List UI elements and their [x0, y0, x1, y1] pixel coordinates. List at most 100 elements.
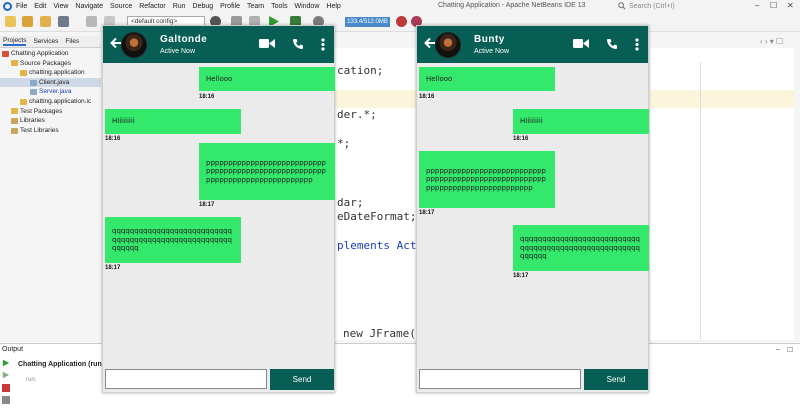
ide-search-input[interactable]: Search (Ctrl+I) — [618, 1, 748, 11]
tree-label: Client.java — [39, 78, 70, 86]
menu-edit[interactable]: Edit — [34, 3, 46, 10]
tree-label: Server.java — [39, 88, 72, 96]
menu-refactor[interactable]: Refactor — [139, 3, 165, 10]
menu-navigate[interactable]: Navigate — [75, 3, 103, 10]
search-placeholder: Search (Ctrl+I) — [629, 2, 675, 10]
message-bubble-sent: pppppppppppppppppppppppppppppppppppppppp… — [199, 143, 335, 200]
tree-label: Test Packages — [20, 107, 63, 115]
message-time: 18:16 — [513, 136, 529, 142]
minimize-panel-icon[interactable]: – — [776, 346, 780, 353]
video-call-icon[interactable] — [259, 38, 275, 49]
chat-header: Galtonde Active Now — [103, 26, 334, 63]
message-time: 18:16 — [419, 94, 435, 100]
message-bubble-received: qqqqqqqqqqqqqqqqqqqqqqqqqqqqqqqqqqqqqqqq… — [105, 217, 241, 263]
avatar — [121, 32, 147, 58]
save-all-icon[interactable] — [58, 16, 69, 27]
message-bubble-received: Hellooo — [419, 67, 555, 91]
menu-tools[interactable]: Tools — [271, 3, 287, 10]
message-bubble-received: Hiiiiiiiii — [105, 109, 241, 134]
current-line-highlight — [334, 90, 419, 108]
undo-icon[interactable] — [86, 16, 97, 27]
tree-node-server-java[interactable]: Server.java — [0, 87, 101, 97]
open-project-icon[interactable] — [40, 16, 51, 27]
contact-status: Active Now — [474, 48, 510, 55]
new-project-icon[interactable] — [22, 16, 33, 27]
stop-icon[interactable] — [2, 384, 10, 392]
project-tree: Chatting Application Source Packages cha… — [0, 49, 101, 135]
message-time: 18:16 — [105, 136, 121, 142]
message-bubble-sent: Hiiiiiiiii — [513, 109, 649, 134]
tree-node-package[interactable]: chatting.application — [0, 68, 101, 78]
chat-window-bunty: Bunty Active Now Hellooo 18:16 Hiiiiiiii… — [416, 25, 649, 393]
window-title: Chatting Application - Apache NetBeans I… — [438, 2, 586, 9]
tree-node-client-java[interactable]: Client.java — [0, 77, 101, 88]
project-tabs: Projects Services Files — [0, 36, 101, 48]
video-call-icon[interactable] — [573, 38, 589, 49]
send-button[interactable]: Send — [270, 369, 334, 390]
gc-icon[interactable] — [396, 16, 407, 27]
menu-profile[interactable]: Profile — [220, 3, 240, 10]
send-button[interactable]: Send — [584, 369, 648, 390]
message-time: 18:16 — [199, 94, 215, 100]
current-line-highlight — [649, 90, 794, 108]
code-line: plements Acti — [337, 239, 424, 252]
maximize-panel-icon[interactable]: ☐ — [787, 346, 793, 354]
editor-tab-nav-icon[interactable]: ‹ › ▾ ☐ — [760, 37, 783, 46]
tree-node-test-libraries[interactable]: Test Libraries — [0, 126, 101, 136]
tree-node-project[interactable]: Chatting Application — [0, 49, 101, 59]
output-tab[interactable]: Chatting Application (run) — [18, 361, 104, 368]
message-time: 18:17 — [419, 210, 435, 216]
menu-help[interactable]: Help — [326, 3, 340, 10]
folder-icon — [11, 108, 18, 115]
message-input[interactable] — [419, 369, 581, 389]
netbeans-logo-icon — [3, 1, 12, 11]
avatar — [435, 32, 461, 58]
library-icon — [11, 117, 18, 124]
rerun-icon[interactable] — [2, 359, 10, 367]
menu-source[interactable]: Source — [110, 3, 132, 10]
close-window-button[interactable]: ✕ — [787, 1, 794, 10]
menu-debug[interactable]: Debug — [193, 3, 214, 10]
tree-node-source-packages[interactable]: Source Packages — [0, 59, 101, 69]
rerun-different-icon[interactable] — [2, 371, 10, 379]
menu-window[interactable]: Window — [294, 3, 319, 10]
package-icon — [20, 98, 27, 105]
search-icon — [618, 2, 626, 10]
tab-files[interactable]: Files — [65, 38, 79, 45]
margin-ruler — [700, 62, 701, 340]
output-title: Output — [2, 346, 24, 353]
contact-name: Galtonde — [160, 34, 208, 45]
tree-node-icons-package[interactable]: chatting.application.ic — [0, 97, 101, 107]
tree-label: Chatting Application — [11, 50, 69, 57]
menu-file[interactable]: File — [16, 3, 27, 10]
code-line: eDateFormat;i — [337, 210, 424, 223]
settings-icon[interactable] — [2, 396, 10, 404]
message-bubble-sent: qqqqqqqqqqqqqqqqqqqqqqqqqqqqqqqqqqqqqqqq… — [513, 225, 649, 271]
phone-icon[interactable] — [292, 38, 304, 50]
memory-indicator[interactable]: 133.4/512.0MB — [345, 17, 390, 27]
java-file-icon — [30, 89, 37, 96]
tab-services[interactable]: Services — [33, 38, 58, 45]
tree-node-libraries[interactable]: Libraries — [0, 116, 101, 126]
message-input[interactable] — [105, 369, 267, 389]
phone-icon[interactable] — [606, 38, 618, 50]
minimize-button[interactable]: – — [755, 1, 759, 10]
tree-node-test-packages[interactable]: Test Packages — [0, 107, 101, 117]
tree-label: chatting.application.ic — [29, 97, 92, 105]
code-line: *; — [337, 137, 351, 150]
tree-label: Source Packages — [20, 59, 71, 67]
code-line: new JFrame() — [343, 327, 423, 340]
contact-name: Bunty — [474, 34, 505, 45]
menu-view[interactable]: View — [53, 3, 68, 10]
menu-team[interactable]: Team — [247, 3, 264, 10]
new-file-icon[interactable] — [5, 16, 16, 27]
maximize-button[interactable]: ☐ — [770, 1, 777, 10]
tab-projects[interactable]: Projects — [3, 37, 27, 46]
tree-label: Libraries — [20, 117, 45, 125]
chat-header: Bunty Active Now — [417, 26, 648, 63]
code-line: cation; — [337, 64, 384, 77]
more-options-icon[interactable] — [635, 38, 639, 51]
message-bubble-sent: Hellooo — [199, 67, 335, 91]
more-options-icon[interactable] — [321, 38, 325, 51]
menu-run[interactable]: Run — [173, 3, 186, 10]
